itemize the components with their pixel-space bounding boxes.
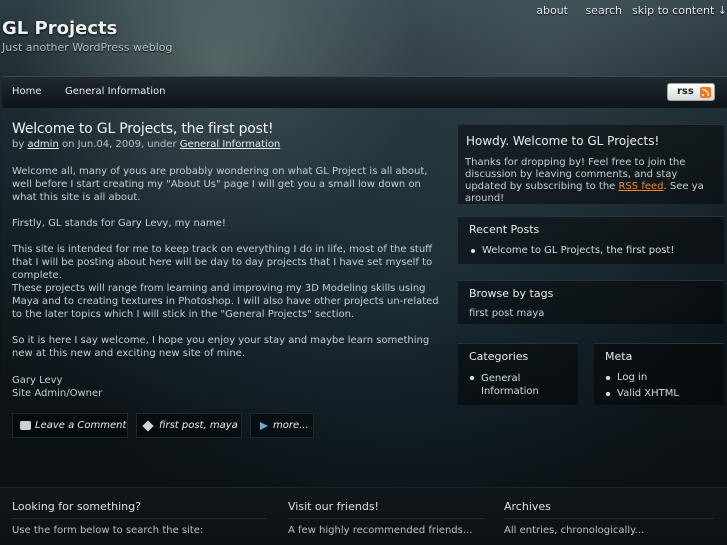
nav-item-general-information[interactable]: General Information	[65, 86, 165, 97]
comment-icon	[20, 421, 31, 430]
recent-posts-widget: Recent Posts Welcome to GL Projects, the…	[458, 216, 724, 264]
more-button[interactable]: more...	[250, 413, 314, 438]
categories-widget: Categories General Information	[458, 343, 578, 405]
footer-divider	[288, 518, 484, 519]
skip-to-content-link[interactable]: skip to content ↓	[632, 4, 727, 17]
footer: Looking for something? Use the form belo…	[0, 487, 727, 545]
recent-posts-title: Recent Posts	[469, 223, 540, 236]
footer-friends-text: A few highly recommended friends...	[288, 525, 473, 536]
arrow-right-icon	[260, 422, 268, 430]
leave-comment-button[interactable]: Leave a Comment	[12, 413, 128, 438]
about-link[interactable]: about	[536, 4, 568, 17]
categories-title: Categories	[469, 350, 529, 363]
post-paragraph: Firstly, GL stands for Gary Levy, my nam…	[12, 218, 226, 229]
post-signature-name: Gary Levy	[12, 375, 63, 386]
post-category-link[interactable]: General Information	[180, 139, 280, 150]
site-title[interactable]: GL Projects	[2, 18, 117, 39]
meta-title: Meta	[605, 350, 633, 363]
welcome-widget-title: Howdy. Welcome to GL Projects!	[466, 134, 660, 148]
footer-divider	[12, 518, 267, 519]
tag-icon	[142, 420, 154, 432]
meta-widget: Meta Log in Valid XHTML	[594, 343, 724, 405]
post-meta-date: on Jun.04, 2009, under	[61, 139, 177, 150]
footer-divider	[504, 518, 714, 519]
tag-cloud[interactable]: first post maya	[469, 308, 544, 320]
post-paragraph: These projects will range from learning …	[12, 283, 439, 320]
nav-item-home[interactable]: Home	[12, 86, 42, 97]
welcome-widget-text: Thanks for dropping by! Feel free to joi…	[465, 157, 715, 205]
more-label: more...	[273, 420, 309, 431]
footer-archives-title: Archives	[504, 500, 551, 513]
rss-label: rss	[677, 86, 694, 97]
main-nav: Home General Information	[2, 76, 727, 108]
footer-friends-title: Visit our friends!	[288, 500, 379, 513]
post-paragraph: So it is here I say welcome, I hope you …	[12, 335, 430, 359]
search-link[interactable]: search	[585, 4, 622, 17]
rss-feed-link[interactable]: RSS feed	[619, 181, 664, 192]
leave-comment-label: Leave a Comment	[35, 420, 127, 431]
post-tags-label: first post, maya	[159, 420, 238, 431]
footer-search-text: Use the form below to search the site:	[12, 525, 204, 536]
category-item-general-information[interactable]: General Information	[470, 372, 561, 398]
site-header: GL Projects Just another WordPress weblo…	[0, 0, 727, 70]
footer-archives-text: All entries, chronologically...	[504, 525, 645, 536]
recent-post-item[interactable]: Welcome to GL Projects, the first post!	[470, 245, 674, 256]
post-title[interactable]: Welcome to GL Projects, the first post!	[12, 121, 274, 137]
site-tagline: Just another WordPress weblog	[2, 41, 173, 54]
meta-item-log-in[interactable]: Log in	[605, 372, 647, 383]
rss-button[interactable]: rss	[667, 83, 715, 101]
post-author-link[interactable]: admin	[27, 139, 58, 150]
post-paragraph: Welcome all, many of yous are probably w…	[12, 166, 428, 203]
welcome-widget: Howdy. Welcome to GL Projects! Thanks fo…	[458, 124, 724, 204]
post-meta: by admin on Jun.04, 2009, under General …	[12, 139, 280, 150]
tags-widget: Browse by tags first post maya	[458, 280, 724, 324]
rss-feed-icon	[700, 87, 711, 98]
post-signature-role: Site Admin/Owner	[12, 388, 103, 399]
post-meta-by: by	[12, 139, 25, 150]
footer-search-title: Looking for something?	[12, 500, 141, 513]
browse-tags-title: Browse by tags	[469, 287, 554, 300]
post-paragraph: This site is intended for me to keep tra…	[12, 244, 433, 281]
post-tags-button[interactable]: first post, maya	[136, 413, 242, 438]
meta-item-valid-xhtml[interactable]: Valid XHTML	[606, 388, 679, 399]
